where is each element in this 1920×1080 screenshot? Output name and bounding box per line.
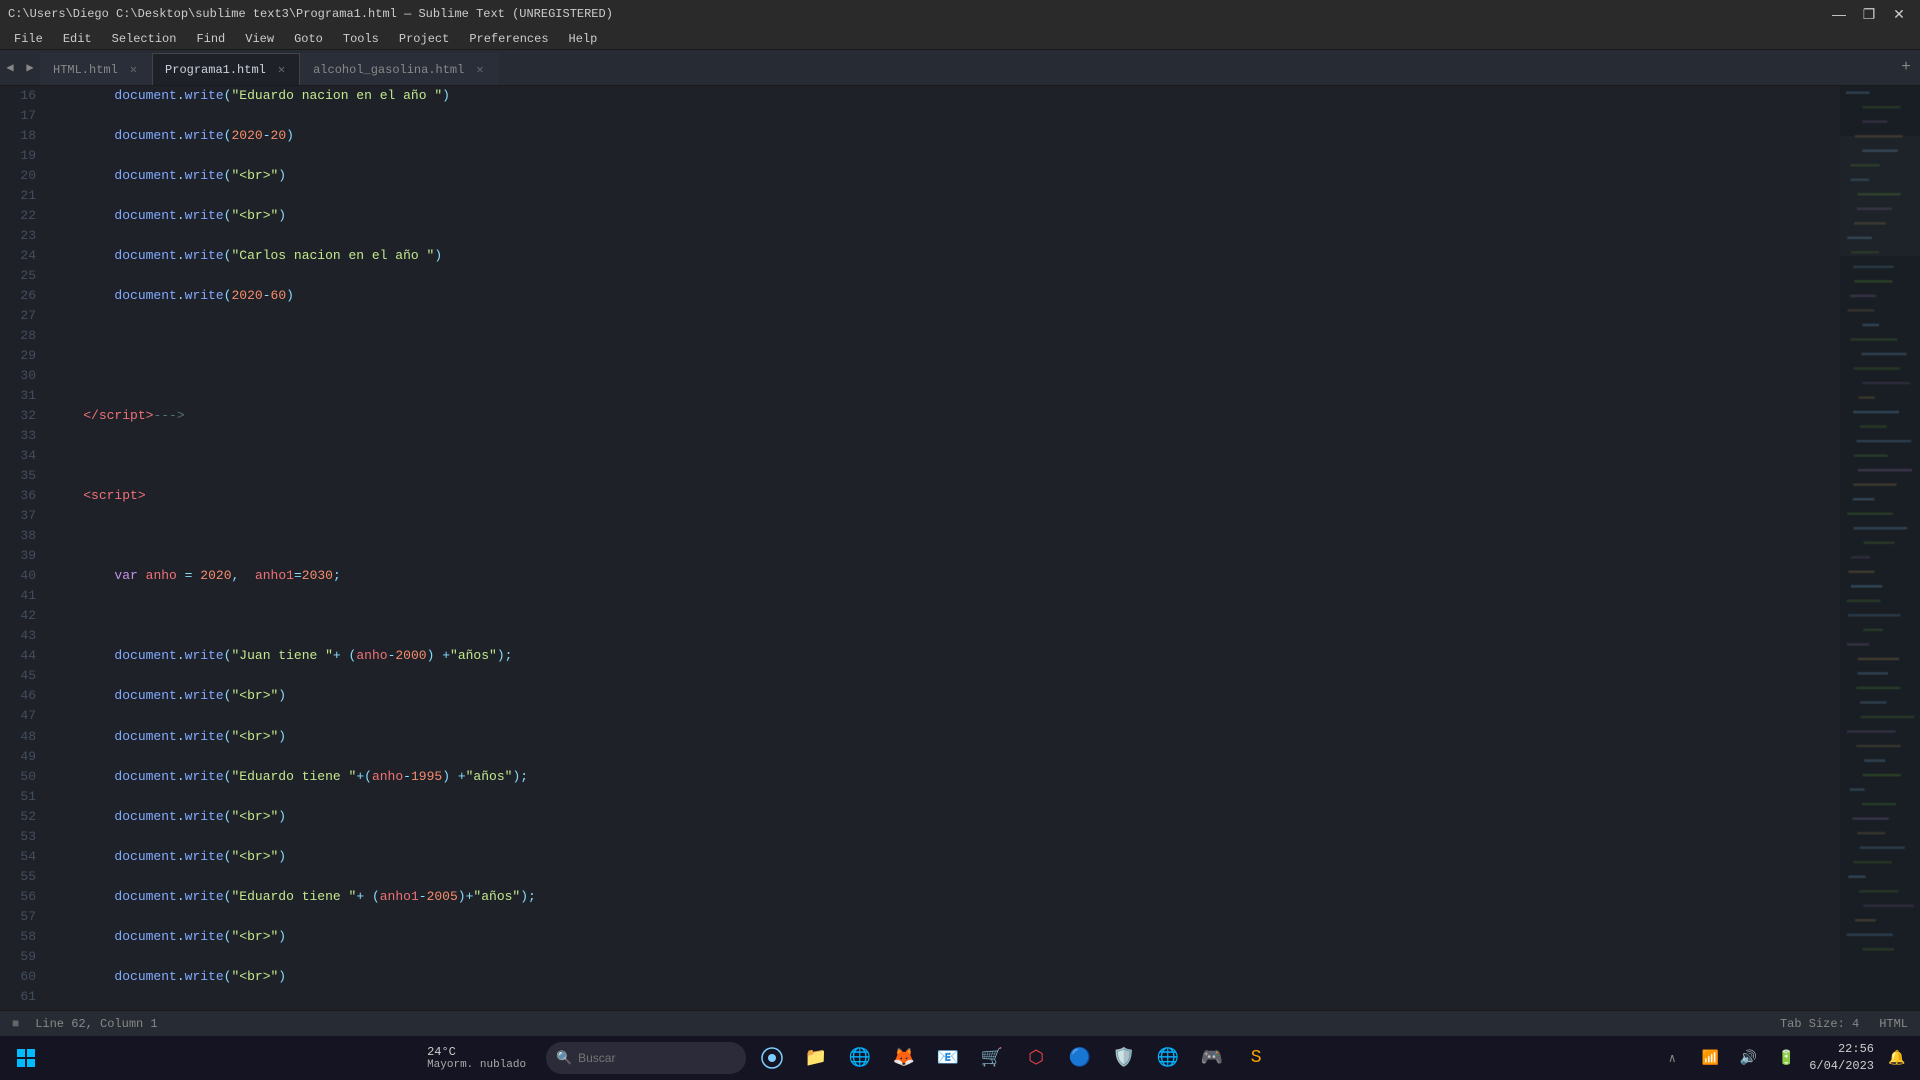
tab-alcohol-label: alcohol_gasolina.html xyxy=(313,63,464,77)
editor[interactable]: 16 17 18 19 20 21 22 23 24 25 26 27 28 2… xyxy=(0,86,1840,1010)
search-input[interactable] xyxy=(546,1042,746,1074)
tab-programa1-label: Programa1.html xyxy=(165,63,266,77)
menu-file[interactable]: File xyxy=(4,30,53,48)
start-button[interactable] xyxy=(8,1040,44,1076)
menu-goto[interactable]: Goto xyxy=(284,30,333,48)
taskbar-apps-button[interactable] xyxy=(754,1040,790,1076)
tray-volume[interactable]: 🔊 xyxy=(1733,1040,1763,1076)
search-wrap: 🔍 xyxy=(546,1042,746,1074)
taskbar-mail-button[interactable]: 📧 xyxy=(930,1040,966,1076)
status-file-type[interactable]: HTML xyxy=(1879,1017,1908,1031)
weather-widget: 24°C Mayorm. nublado xyxy=(427,1045,526,1071)
title-bar-title: C:\Users\Diego C:\Desktop\sublime text3\… xyxy=(8,7,613,21)
menu-tools[interactable]: Tools xyxy=(333,30,389,48)
taskbar-browser2-button[interactable]: 🦊 xyxy=(886,1040,922,1076)
status-tab-size[interactable]: Tab Size: 4 xyxy=(1780,1017,1859,1031)
menu-help[interactable]: Help xyxy=(559,30,608,48)
taskbar-center: 24°C Mayorm. nublado 🔍 📁 🌐 🦊 📧 🛒 ⬡ 🔵 🛡️ … xyxy=(427,1040,1274,1076)
menu-project[interactable]: Project xyxy=(389,30,459,48)
tab-nav-right[interactable]: ▶ xyxy=(20,49,40,85)
tab-alcohol[interactable]: alcohol_gasolina.html ✕ xyxy=(300,53,498,85)
menu-edit[interactable]: Edit xyxy=(53,30,102,48)
taskbar-browser1-button[interactable]: 🌐 xyxy=(842,1040,878,1076)
taskbar: 24°C Mayorm. nublado 🔍 📁 🌐 🦊 📧 🛒 ⬡ 🔵 🛡️ … xyxy=(0,1036,1920,1080)
title-bar: C:\Users\Diego C:\Desktop\sublime text3\… xyxy=(0,0,1920,28)
weather-desc: Mayorm. nublado xyxy=(427,1059,526,1071)
taskbar-vpn-button[interactable]: 🌐 xyxy=(1150,1040,1186,1076)
tray-network[interactable]: 📶 xyxy=(1695,1040,1725,1076)
code-area[interactable]: 16 17 18 19 20 21 22 23 24 25 26 27 28 2… xyxy=(0,86,1840,1010)
taskbar-chrome-button[interactable]: 🔵 xyxy=(1062,1040,1098,1076)
maximize-button[interactable]: ❐ xyxy=(1856,4,1882,24)
menu-selection[interactable]: Selection xyxy=(102,30,187,48)
minimize-button[interactable]: — xyxy=(1826,4,1852,24)
menu-find[interactable]: Find xyxy=(186,30,235,48)
system-clock[interactable]: 22:56 6/04/2023 xyxy=(1809,1041,1874,1075)
tray-battery[interactable]: 🔋 xyxy=(1771,1040,1801,1076)
taskbar-store-button[interactable]: 🛒 xyxy=(974,1040,1010,1076)
new-tab-button[interactable]: + xyxy=(1892,49,1920,85)
menu-view[interactable]: View xyxy=(235,30,284,48)
line-numbers: 16 17 18 19 20 21 22 23 24 25 26 27 28 2… xyxy=(0,86,44,1010)
tab-programa1-close[interactable]: ✕ xyxy=(278,62,285,77)
status-right: Tab Size: 4 HTML xyxy=(1780,1017,1908,1031)
tab-programa1[interactable]: Programa1.html ✕ xyxy=(152,53,300,85)
taskbar-right: ∧ 📶 🔊 🔋 22:56 6/04/2023 🔔 xyxy=(1657,1040,1912,1076)
tray-notifications[interactable]: 🔔 xyxy=(1882,1040,1912,1076)
title-bar-left: C:\Users\Diego C:\Desktop\sublime text3\… xyxy=(8,7,613,21)
clock-date: 6/04/2023 xyxy=(1809,1058,1874,1075)
tab-alcohol-close[interactable]: ✕ xyxy=(476,62,483,77)
tray-expand[interactable]: ∧ xyxy=(1657,1040,1687,1076)
status-left: ■ Line 62, Column 1 xyxy=(12,1017,158,1031)
menu-bar: File Edit Selection Find View Goto Tools… xyxy=(0,28,1920,50)
taskbar-files-button[interactable]: 📁 xyxy=(798,1040,834,1076)
tab-html-close[interactable]: ✕ xyxy=(130,62,137,77)
taskbar-game-button[interactable]: 🎮 xyxy=(1194,1040,1230,1076)
status-position[interactable]: Line 62, Column 1 xyxy=(35,1017,157,1031)
clock-time: 22:56 xyxy=(1809,1041,1874,1058)
minimap-canvas xyxy=(1840,86,1920,1010)
menu-preferences[interactable]: Preferences xyxy=(459,30,558,48)
search-icon: 🔍 xyxy=(556,1051,572,1066)
tab-html-label: HTML.html xyxy=(53,63,118,77)
code-content[interactable]: document.write("Eduardo nacion en el año… xyxy=(44,86,1840,1010)
tab-bar: ◀ ▶ HTML.html ✕ Programa1.html ✕ alcohol… xyxy=(0,50,1920,86)
taskbar-security-button[interactable]: 🛡️ xyxy=(1106,1040,1142,1076)
tab-html[interactable]: HTML.html ✕ xyxy=(40,53,152,85)
main-area: 16 17 18 19 20 21 22 23 24 25 26 27 28 2… xyxy=(0,86,1920,1010)
taskbar-left xyxy=(8,1040,44,1076)
status-bar: ■ Line 62, Column 1 Tab Size: 4 HTML xyxy=(0,1010,1920,1036)
status-indicator: ■ xyxy=(12,1017,19,1031)
taskbar-browser3-button[interactable]: ⬡ xyxy=(1018,1040,1054,1076)
title-bar-controls: — ❐ ✕ xyxy=(1826,4,1912,24)
minimap[interactable] xyxy=(1840,86,1920,1010)
weather-temp: 24°C xyxy=(427,1045,456,1059)
taskbar-sublime-button[interactable]: S xyxy=(1238,1040,1274,1076)
tab-nav-left[interactable]: ◀ xyxy=(0,49,20,85)
close-button[interactable]: ✕ xyxy=(1886,4,1912,24)
